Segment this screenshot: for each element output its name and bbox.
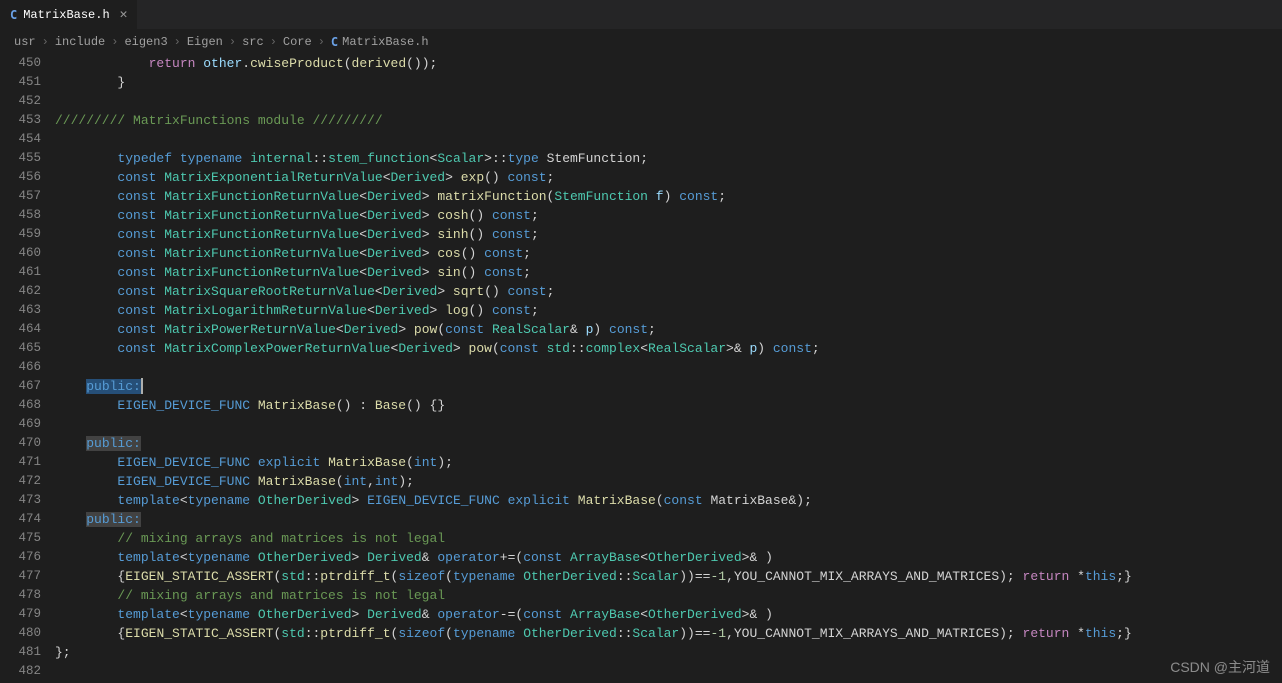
chevron-right-icon: › <box>229 35 236 49</box>
code-line: // mixing arrays and matrices is not leg… <box>55 529 1282 548</box>
line-number: 474 <box>0 510 41 529</box>
code-line: template<typename OtherDerived> Derived&… <box>55 605 1282 624</box>
breadcrumb[interactable]: usr› include› eigen3› Eigen› src› Core› … <box>0 30 1282 54</box>
code-line: const MatrixFunctionReturnValue<Derived>… <box>55 206 1282 225</box>
code-line: public: <box>55 510 1282 529</box>
chevron-right-icon: › <box>174 35 181 49</box>
line-number-gutter: 4504514524534544554564574584594604614624… <box>0 54 55 683</box>
line-number: 459 <box>0 225 41 244</box>
code-line: const MatrixFunctionReturnValue<Derived>… <box>55 187 1282 206</box>
chevron-right-icon: › <box>318 35 325 49</box>
code-line: const MatrixSquareRootReturnValue<Derive… <box>55 282 1282 301</box>
code-line: {EIGEN_STATIC_ASSERT(std::ptrdiff_t(size… <box>55 567 1282 586</box>
code-line <box>55 662 1282 681</box>
code-line: template<typename OtherDerived> Derived&… <box>55 548 1282 567</box>
breadcrumb-seg[interactable]: usr <box>14 35 36 49</box>
breadcrumb-seg[interactable]: eigen3 <box>124 35 167 49</box>
c-file-icon: C <box>331 35 338 49</box>
code-line: const MatrixPowerReturnValue<Derived> po… <box>55 320 1282 339</box>
line-number: 481 <box>0 643 41 662</box>
code-line: const MatrixFunctionReturnValue<Derived>… <box>55 225 1282 244</box>
line-number: 454 <box>0 130 41 149</box>
breadcrumb-file[interactable]: MatrixBase.h <box>342 35 428 49</box>
line-number: 462 <box>0 282 41 301</box>
code-line: const MatrixComplexPowerReturnValue<Deri… <box>55 339 1282 358</box>
code-editor[interactable]: 4504514524534544554564574584594604614624… <box>0 54 1282 683</box>
code-line: const MatrixExponentialReturnValue<Deriv… <box>55 168 1282 187</box>
code-area[interactable]: return other.cwiseProduct(derived()); } /… <box>55 54 1282 683</box>
code-line <box>55 92 1282 111</box>
line-number: 469 <box>0 415 41 434</box>
chevron-right-icon: › <box>111 35 118 49</box>
line-number: 464 <box>0 320 41 339</box>
breadcrumb-seg[interactable]: src <box>242 35 264 49</box>
line-number: 473 <box>0 491 41 510</box>
line-number: 450 <box>0 54 41 73</box>
line-number: 468 <box>0 396 41 415</box>
line-number: 478 <box>0 586 41 605</box>
code-line: public: <box>55 434 1282 453</box>
chevron-right-icon: › <box>270 35 277 49</box>
line-number: 455 <box>0 149 41 168</box>
line-number: 472 <box>0 472 41 491</box>
code-line: {EIGEN_STATIC_ASSERT(std::ptrdiff_t(size… <box>55 624 1282 643</box>
code-line: // mixing arrays and matrices is not leg… <box>55 586 1282 605</box>
line-number: 456 <box>0 168 41 187</box>
code-line: EIGEN_DEVICE_FUNC explicit MatrixBase(in… <box>55 453 1282 472</box>
code-line <box>55 358 1282 377</box>
line-number: 461 <box>0 263 41 282</box>
tab-matrixbase[interactable]: C MatrixBase.h ✕ <box>0 0 137 30</box>
code-line: EIGEN_DEVICE_FUNC MatrixBase(int,int); <box>55 472 1282 491</box>
line-number: 480 <box>0 624 41 643</box>
line-number: 475 <box>0 529 41 548</box>
line-number: 482 <box>0 662 41 681</box>
line-number: 452 <box>0 92 41 111</box>
code-line: const MatrixFunctionReturnValue<Derived>… <box>55 244 1282 263</box>
tab-filename: MatrixBase.h <box>23 8 109 22</box>
line-number: 457 <box>0 187 41 206</box>
code-line: } <box>55 73 1282 92</box>
line-number: 470 <box>0 434 41 453</box>
line-number: 465 <box>0 339 41 358</box>
chevron-right-icon: › <box>42 35 49 49</box>
code-line <box>55 130 1282 149</box>
code-line: template<typename OtherDerived> EIGEN_DE… <box>55 491 1282 510</box>
code-line: typedef typename internal::stem_function… <box>55 149 1282 168</box>
c-file-icon: C <box>10 8 17 22</box>
line-number: 477 <box>0 567 41 586</box>
code-line: const MatrixFunctionReturnValue<Derived>… <box>55 263 1282 282</box>
breadcrumb-seg[interactable]: Core <box>283 35 312 49</box>
line-number: 451 <box>0 73 41 92</box>
line-number: 466 <box>0 358 41 377</box>
line-number: 471 <box>0 453 41 472</box>
code-line: ///////// MatrixFunctions module ///////… <box>55 111 1282 130</box>
code-line: return other.cwiseProduct(derived()); <box>55 54 1282 73</box>
code-line: const MatrixLogarithmReturnValue<Derived… <box>55 301 1282 320</box>
breadcrumb-seg[interactable]: include <box>55 35 105 49</box>
line-number: 458 <box>0 206 41 225</box>
code-line: }; <box>55 643 1282 662</box>
line-number: 479 <box>0 605 41 624</box>
line-number: 467 <box>0 377 41 396</box>
code-line: EIGEN_DEVICE_FUNC MatrixBase() : Base() … <box>55 396 1282 415</box>
close-icon[interactable]: ✕ <box>120 7 128 22</box>
line-number: 476 <box>0 548 41 567</box>
breadcrumb-seg[interactable]: Eigen <box>187 35 223 49</box>
code-line <box>55 415 1282 434</box>
line-number: 453 <box>0 111 41 130</box>
line-number: 460 <box>0 244 41 263</box>
line-number: 463 <box>0 301 41 320</box>
code-line: public: <box>55 377 1282 396</box>
tabs-bar: C MatrixBase.h ✕ <box>0 0 1282 30</box>
